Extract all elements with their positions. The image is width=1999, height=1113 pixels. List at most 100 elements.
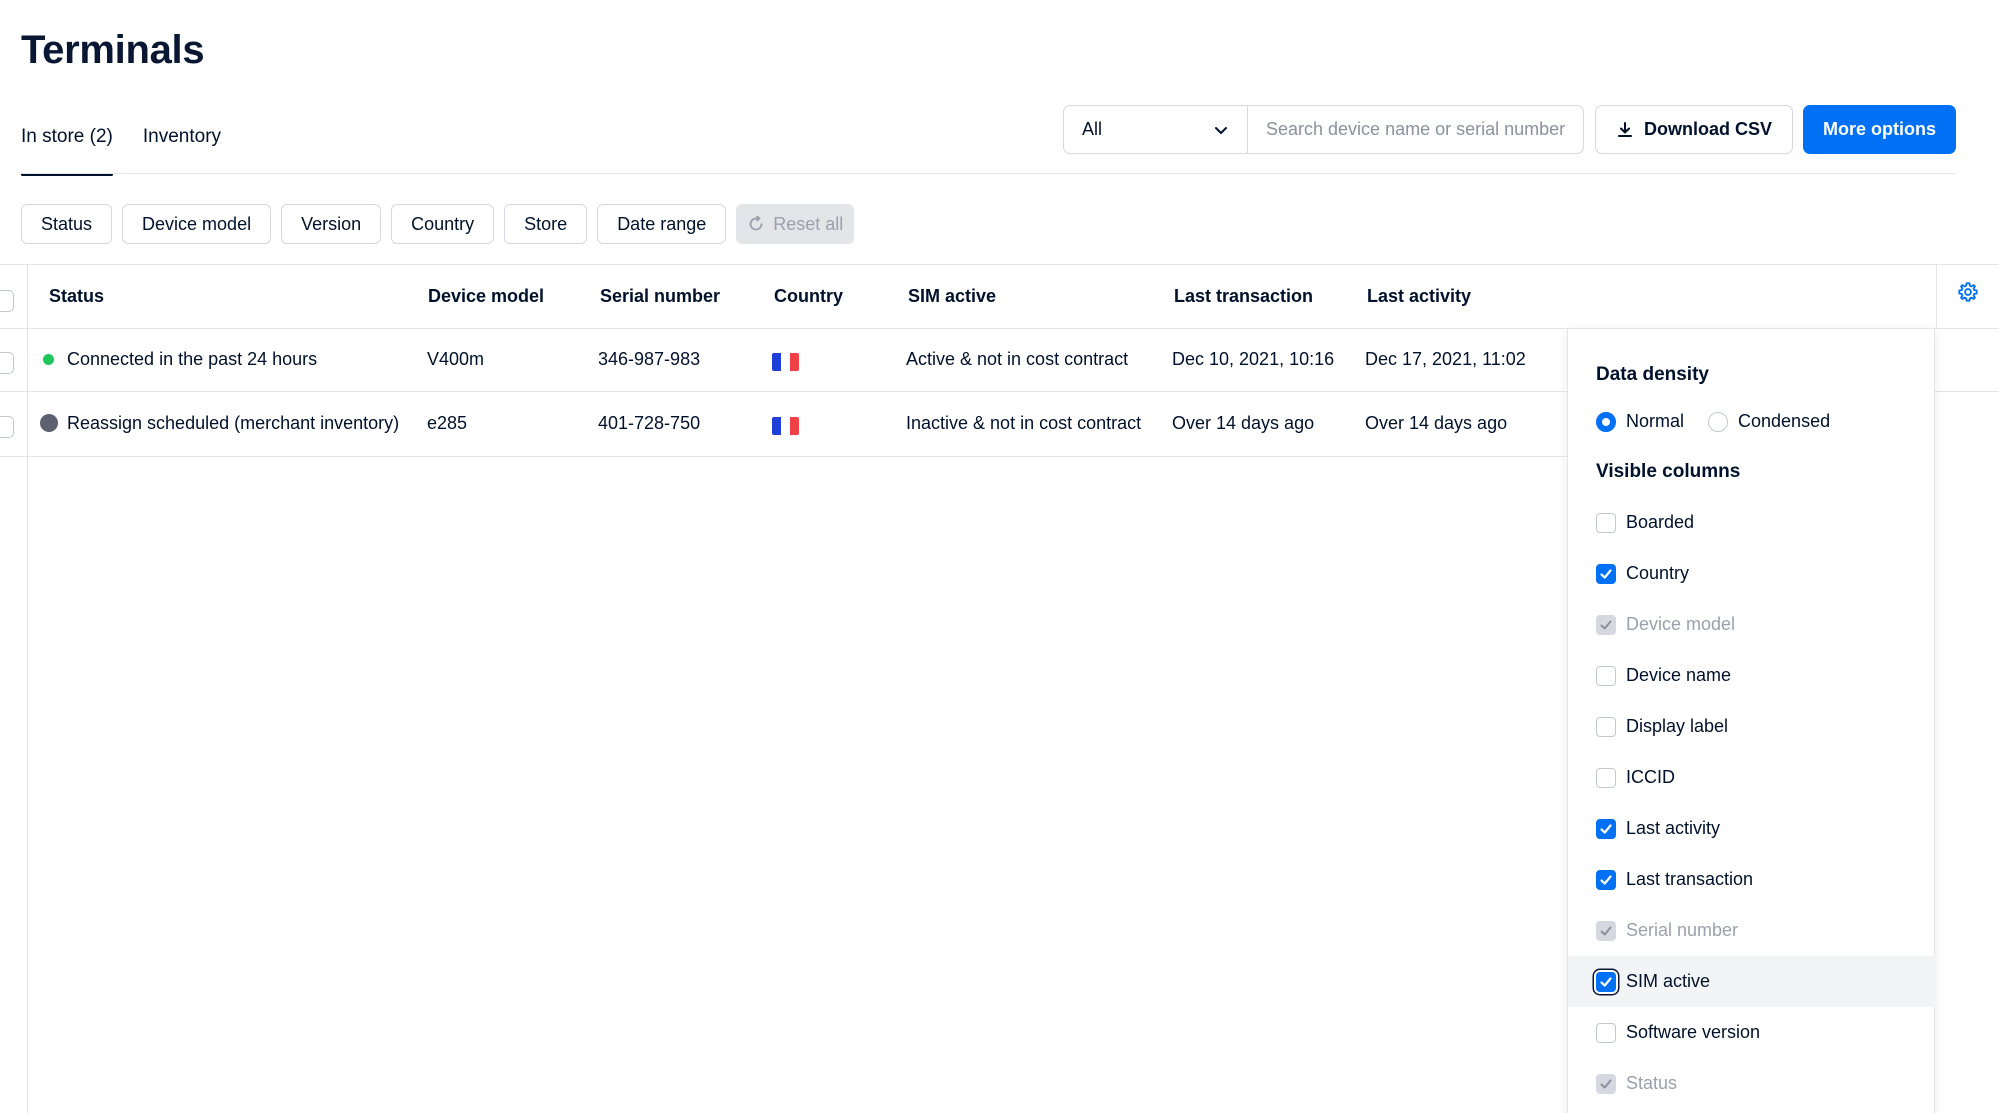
density-condensed-label[interactable]: Condensed [1738, 411, 1830, 432]
column-toggle-country[interactable]: Country [1568, 548, 1936, 599]
checkbox-checked[interactable] [1596, 563, 1616, 584]
page-title: Terminals [21, 28, 205, 72]
column-toggle-label: Boarded [1626, 512, 1695, 532]
reset-all-button[interactable]: Reset all [736, 204, 855, 244]
search-field[interactable] [1248, 105, 1584, 154]
search-input[interactable] [1266, 119, 1565, 140]
column-toggle-label: Display label [1626, 716, 1729, 736]
status-dot [43, 354, 54, 365]
download-csv-button[interactable]: Download CSV [1595, 105, 1794, 154]
filter-store-button[interactable]: Store [504, 204, 588, 244]
density-normal-label[interactable]: Normal [1626, 411, 1684, 432]
data-density-heading: Data density [1596, 364, 1709, 385]
check-icon [1600, 823, 1612, 834]
tab-bar: In store (2) Inventory [21, 110, 221, 176]
column-toggle-label: Device model [1626, 614, 1736, 634]
column-toggle-label: Status [1626, 1073, 1678, 1093]
last-activity-cell: Over 14 days ago [1365, 413, 1508, 433]
column-header-last-transaction[interactable]: Last transaction [1174, 286, 1313, 307]
column-toggle-label: Software version [1626, 1022, 1761, 1042]
tabs-divider [21, 173, 1955, 174]
checkbox[interactable] [1596, 767, 1616, 788]
column-header-sim-active[interactable]: SIM active [908, 286, 996, 307]
column-toggle-label: Last activity [1626, 818, 1721, 838]
filter-country-button[interactable]: Country [391, 204, 495, 244]
checkbox[interactable] [1596, 1022, 1616, 1043]
check-icon [1600, 976, 1612, 987]
column-header-status[interactable]: Status [49, 286, 104, 307]
check-icon [1600, 874, 1612, 885]
column-toggle-status: Status [1568, 1058, 1936, 1109]
density-normal-radio[interactable] [1596, 411, 1616, 432]
column-toggle-label: SIM active [1626, 971, 1711, 991]
filter-bar: Status Device model Version Country Stor… [21, 204, 855, 244]
status-select-value: All [1082, 119, 1103, 139]
check-icon [1600, 568, 1612, 579]
column-toggle-label: Country [1626, 563, 1690, 583]
checkbox[interactable] [1596, 665, 1616, 686]
status-select[interactable]: All [1063, 105, 1248, 154]
status-dot [40, 414, 58, 432]
column-toggle-label: Serial number [1626, 920, 1739, 940]
checkbox-checked[interactable] [1596, 971, 1616, 992]
column-toggle-software-version[interactable]: Software version [1568, 1007, 1936, 1058]
sim-active-cell: Inactive & not in cost contract [906, 413, 1142, 433]
column-header-last-activity[interactable]: Last activity [1367, 286, 1471, 307]
column-toggle-label: Last transaction [1626, 869, 1754, 889]
filter-date-range-button[interactable]: Date range [597, 204, 727, 244]
more-options-button[interactable]: More options [1803, 105, 1957, 154]
column-settings-panel: Data density Normal Condensed Visible co… [1567, 328, 1936, 1113]
last-activity-cell: Dec 17, 2021, 11:02 [1365, 349, 1526, 369]
column-toggle-boarded[interactable]: Boarded [1568, 497, 1936, 548]
column-header-serial-number[interactable]: Serial number [600, 286, 720, 307]
checkbox-checked[interactable] [1596, 869, 1616, 890]
reset-all-label: Reset all [773, 213, 844, 234]
row-divider [0, 456, 1567, 457]
column-toggle-last-activity[interactable]: Last activity [1568, 803, 1936, 854]
checkbox-disabled [1596, 614, 1616, 635]
device-model-cell: e285 [427, 413, 468, 433]
column-toggle-last-transaction[interactable]: Last transaction [1568, 854, 1936, 905]
column-toggle-serial-number: Serial number [1568, 905, 1936, 956]
tab-in-store[interactable]: In store (2) [21, 110, 113, 176]
last-transaction-cell: Over 14 days ago [1172, 413, 1315, 433]
column-toggle-device-name[interactable]: Device name [1568, 650, 1936, 701]
serial-number-cell: 346-987-983 [598, 349, 701, 369]
check-icon [1600, 620, 1612, 629]
check-icon [1600, 1079, 1612, 1088]
status-cell: Connected in the past 24 hours [67, 349, 318, 369]
download-csv-label: Download CSV [1644, 119, 1773, 139]
column-toggle-sim-active[interactable]: SIM active [1568, 956, 1936, 1007]
check-icon [1600, 926, 1612, 935]
table-right-border [1936, 264, 1937, 328]
column-header-country[interactable]: Country [774, 286, 843, 307]
row-checkbox[interactable] [0, 352, 14, 374]
visible-columns-heading: Visible columns [1596, 461, 1741, 482]
gear-icon[interactable] [1957, 281, 1979, 303]
checkbox[interactable] [1596, 512, 1616, 533]
density-condensed-radio[interactable] [1708, 411, 1729, 432]
checkbox-disabled [1596, 920, 1616, 941]
france-flag-icon [772, 353, 799, 371]
checkbox[interactable] [1596, 716, 1616, 737]
chevron-down-icon [1215, 126, 1227, 134]
sim-active-cell: Active & not in cost contract [906, 349, 1129, 369]
row-checkbox[interactable] [0, 416, 14, 438]
device-model-cell: V400m [427, 349, 485, 369]
filter-device-model-button[interactable]: Device model [122, 204, 272, 244]
serial-number-cell: 401-728-750 [598, 413, 701, 433]
density-options: Normal Condensed [1596, 411, 1830, 432]
status-cell: Reassign scheduled (merchant inventory) [67, 413, 400, 433]
checkbox-checked[interactable] [1596, 818, 1616, 839]
filter-version-button[interactable]: Version [281, 204, 382, 244]
column-toggle-label: ICCID [1626, 767, 1675, 787]
column-toggle-display-label[interactable]: Display label [1568, 701, 1936, 752]
column-header-device-model[interactable]: Device model [428, 286, 544, 307]
tab-inventory[interactable]: Inventory [143, 110, 221, 174]
france-flag-icon [772, 417, 799, 435]
download-icon [1618, 121, 1632, 137]
filter-status-button[interactable]: Status [21, 204, 113, 244]
toolbar: All Download CSV More options [1063, 105, 1957, 154]
column-toggle-iccid[interactable]: ICCID [1568, 752, 1936, 803]
select-all-checkbox[interactable] [0, 290, 14, 312]
